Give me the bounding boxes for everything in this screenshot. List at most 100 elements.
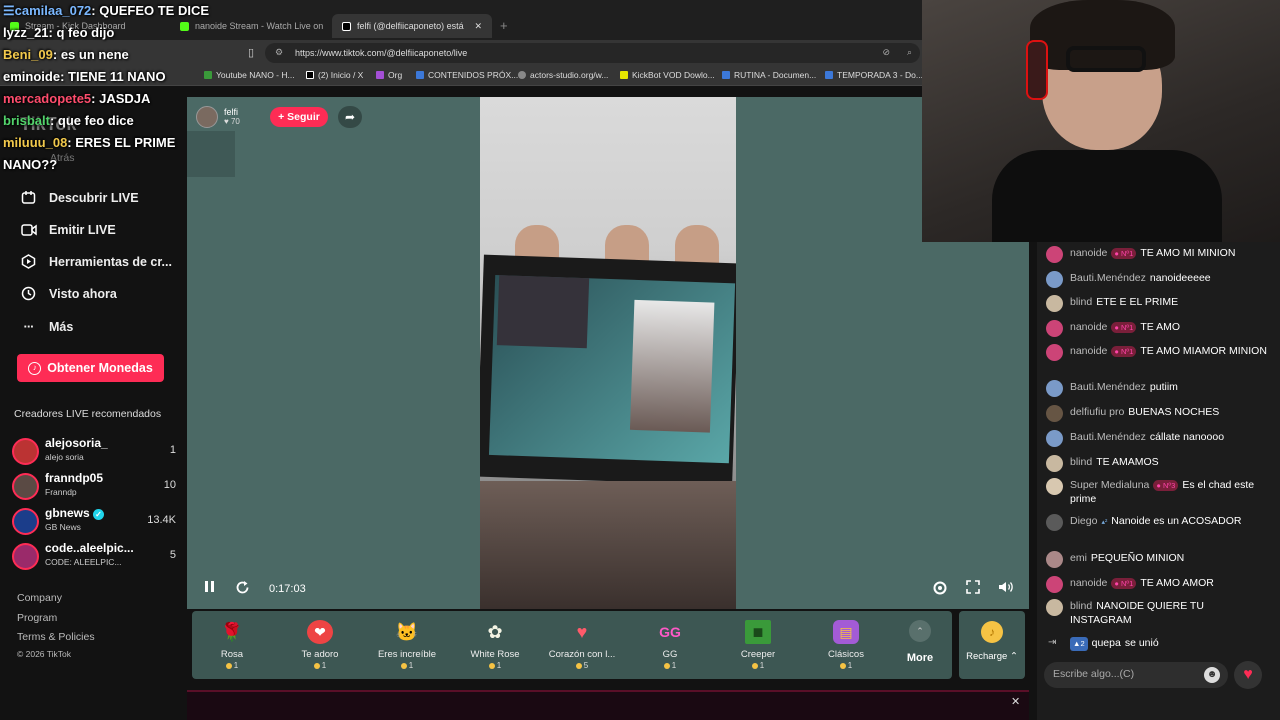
get-coins-button[interactable]: ♪ Obtener Monedas: [17, 354, 164, 382]
live-video[interactable]: [480, 97, 736, 609]
chat-user[interactable]: emi: [1070, 552, 1087, 564]
gift-item[interactable]: GG GG 1: [630, 620, 710, 670]
chat-user[interactable]: nanoide: [1070, 345, 1107, 357]
chat-message: Bauti.Menéndez nanoideeeee: [1046, 271, 1268, 288]
sheets-icon: [204, 71, 212, 79]
more-gifts-button[interactable]: ⌃ More: [905, 620, 935, 664]
chat-message: nanoide ● Nº1 TE AMO MIAMOR MINION: [1046, 344, 1268, 361]
zoom-icon[interactable]: ⌕: [907, 47, 912, 58]
gift-item[interactable]: 🌹 Rosa 1: [192, 620, 272, 670]
fullscreen-icon[interactable]: [966, 580, 980, 597]
docs-icon: [825, 71, 833, 79]
tab-label: felfi (@delfiicaponeto) está LIVE: [357, 21, 467, 31]
creator-item[interactable]: alejosoria_ alejo soria 1: [12, 436, 180, 470]
pause-icon[interactable]: [204, 580, 216, 596]
recommended-title: Creadores LIVE recomendados: [14, 408, 162, 420]
gift-cost: 5: [542, 661, 622, 670]
avatar: [1046, 455, 1063, 472]
gift-item[interactable]: ♥ Corazón con l... 5: [542, 620, 622, 670]
chat-user[interactable]: blind: [1070, 456, 1092, 468]
chat-user[interactable]: nanoide: [1070, 247, 1107, 259]
like-heart-icon[interactable]: ♥: [1234, 661, 1262, 689]
gift-item[interactable]: ✿ White Rose 1: [455, 620, 535, 670]
new-tab-icon[interactable]: +: [500, 18, 508, 33]
chat-user[interactable]: Bauti.Menéndez: [1070, 431, 1146, 443]
bookmark-item[interactable]: Org: [376, 70, 402, 80]
bookmark-item[interactable]: RUTINA - Documen...: [722, 70, 816, 80]
bookmark-item[interactable]: actors-studio.org/w...: [518, 70, 608, 80]
url-field[interactable]: ⚙ https://www.tiktok.com/@delfiicaponeto…: [265, 43, 920, 63]
enter-icon: ⇥: [1048, 637, 1057, 648]
nav-mas[interactable]: ··· Más: [20, 318, 74, 335]
nav-descubrir-live[interactable]: Descubrir LIVE: [20, 189, 139, 206]
bookmark-item[interactable]: CONTENIDOS PRÓX...: [416, 70, 518, 80]
overlay-chat-line: lyzz_21: q feo dijo: [3, 25, 115, 40]
likes-count: 70: [230, 117, 240, 126]
coin-icon: [839, 662, 846, 669]
avatar: [1046, 430, 1063, 447]
refresh-icon[interactable]: [235, 580, 250, 598]
more-label: More: [906, 652, 934, 664]
join-user[interactable]: quepa: [1092, 637, 1121, 649]
avatar: [1046, 344, 1063, 361]
gift-name: White Rose: [470, 649, 520, 660]
chat-user[interactable]: Super Medialuna: [1070, 479, 1149, 491]
creator-item[interactable]: franndp05 Franndp 10: [12, 471, 180, 505]
share-icon[interactable]: ➦: [338, 106, 362, 128]
avatar: [1046, 405, 1063, 422]
volume-icon[interactable]: [998, 580, 1014, 597]
gift-name: Clásicos: [828, 649, 864, 660]
bookmark-item[interactable]: TEMPORADA 3 - Do...: [825, 70, 923, 80]
gift-item[interactable]: ■ Creeper 1: [718, 620, 798, 670]
footer-terms[interactable]: Terms & Policies: [17, 631, 95, 643]
calendar-icon: [20, 189, 37, 206]
footer-company[interactable]: Company: [17, 592, 62, 604]
chat-user[interactable]: blind: [1070, 296, 1092, 308]
follow-button[interactable]: + Seguir: [270, 107, 328, 127]
avatar: [1046, 551, 1063, 568]
recharge-button[interactable]: ♪ Recharge ⌃: [959, 611, 1025, 679]
bookmark-item[interactable]: KickBot VOD Dowlo...: [620, 70, 715, 80]
gift-cost: 1: [718, 661, 798, 670]
site-settings-icon[interactable]: ⚙: [275, 47, 283, 58]
chat-user[interactable]: Diego: [1070, 515, 1097, 527]
chat-text: nanoideeeee: [1149, 272, 1211, 284]
bookmark-label: Youtube NANO - H...: [216, 70, 295, 80]
chat-user[interactable]: Bauti.Menéndez: [1070, 272, 1146, 284]
nav-label: Visto ahora: [49, 286, 117, 301]
gift-cost: 1: [455, 661, 535, 670]
footer-program[interactable]: Program: [17, 612, 57, 624]
chat-user[interactable]: delfiufiu pro: [1070, 406, 1124, 418]
settings-icon[interactable]: [932, 580, 948, 599]
gift-item[interactable]: ❤ Te adoro 1: [280, 620, 360, 670]
nav-emitir-live[interactable]: Emitir LIVE: [20, 221, 116, 238]
gift-item[interactable]: 🐱 Eres increíble 1: [367, 620, 447, 670]
avatar: [1046, 271, 1063, 288]
creator-item[interactable]: code..aleelpic... CODE: ALEELPIC... 5: [12, 541, 180, 575]
bookmark-item[interactable]: (2) Inicio / X: [306, 70, 363, 80]
close-tab-icon[interactable]: ✕: [474, 21, 482, 32]
coin-icon: [313, 662, 320, 669]
tab-tiktok-live[interactable]: felfi (@delfiicaponeto) está LIVE ✕: [332, 14, 492, 38]
creator-item[interactable]: gbnews ✓ GB News 13.4K: [12, 506, 180, 540]
viewer-count: 5: [169, 549, 176, 561]
reader-off-icon[interactable]: ⊘: [882, 47, 890, 58]
gift-item[interactable]: ▤ Clásicos 1: [806, 620, 886, 670]
chat-user[interactable]: blind: [1070, 600, 1092, 612]
bookmark-item[interactable]: Youtube NANO - H...: [204, 70, 295, 80]
coin-icon: [663, 662, 670, 669]
chat-user[interactable]: nanoide: [1070, 321, 1107, 333]
nav-visto-ahora[interactable]: Visto ahora: [20, 285, 117, 302]
heart-icon: ♥: [224, 117, 229, 126]
gift-name: Te adoro: [301, 649, 339, 660]
bookmark-star-icon[interactable]: ▯: [248, 46, 254, 59]
close-icon[interactable]: ✕: [1011, 695, 1020, 708]
nav-herramientas[interactable]: Herramientas de cr...: [20, 253, 172, 270]
more-dots-icon: ···: [23, 319, 35, 334]
chat-user[interactable]: Bauti.Menéndez: [1070, 381, 1146, 393]
chat-user[interactable]: nanoide: [1070, 577, 1107, 589]
emoji-icon[interactable]: ☻: [1204, 667, 1220, 683]
chat-input[interactable]: Escribe algo...(C): [1044, 662, 1228, 688]
tab-label: nanoide Stream - Watch Live on: [195, 21, 324, 31]
overlay-chat-line: Beni_09: es un nene: [3, 47, 129, 62]
